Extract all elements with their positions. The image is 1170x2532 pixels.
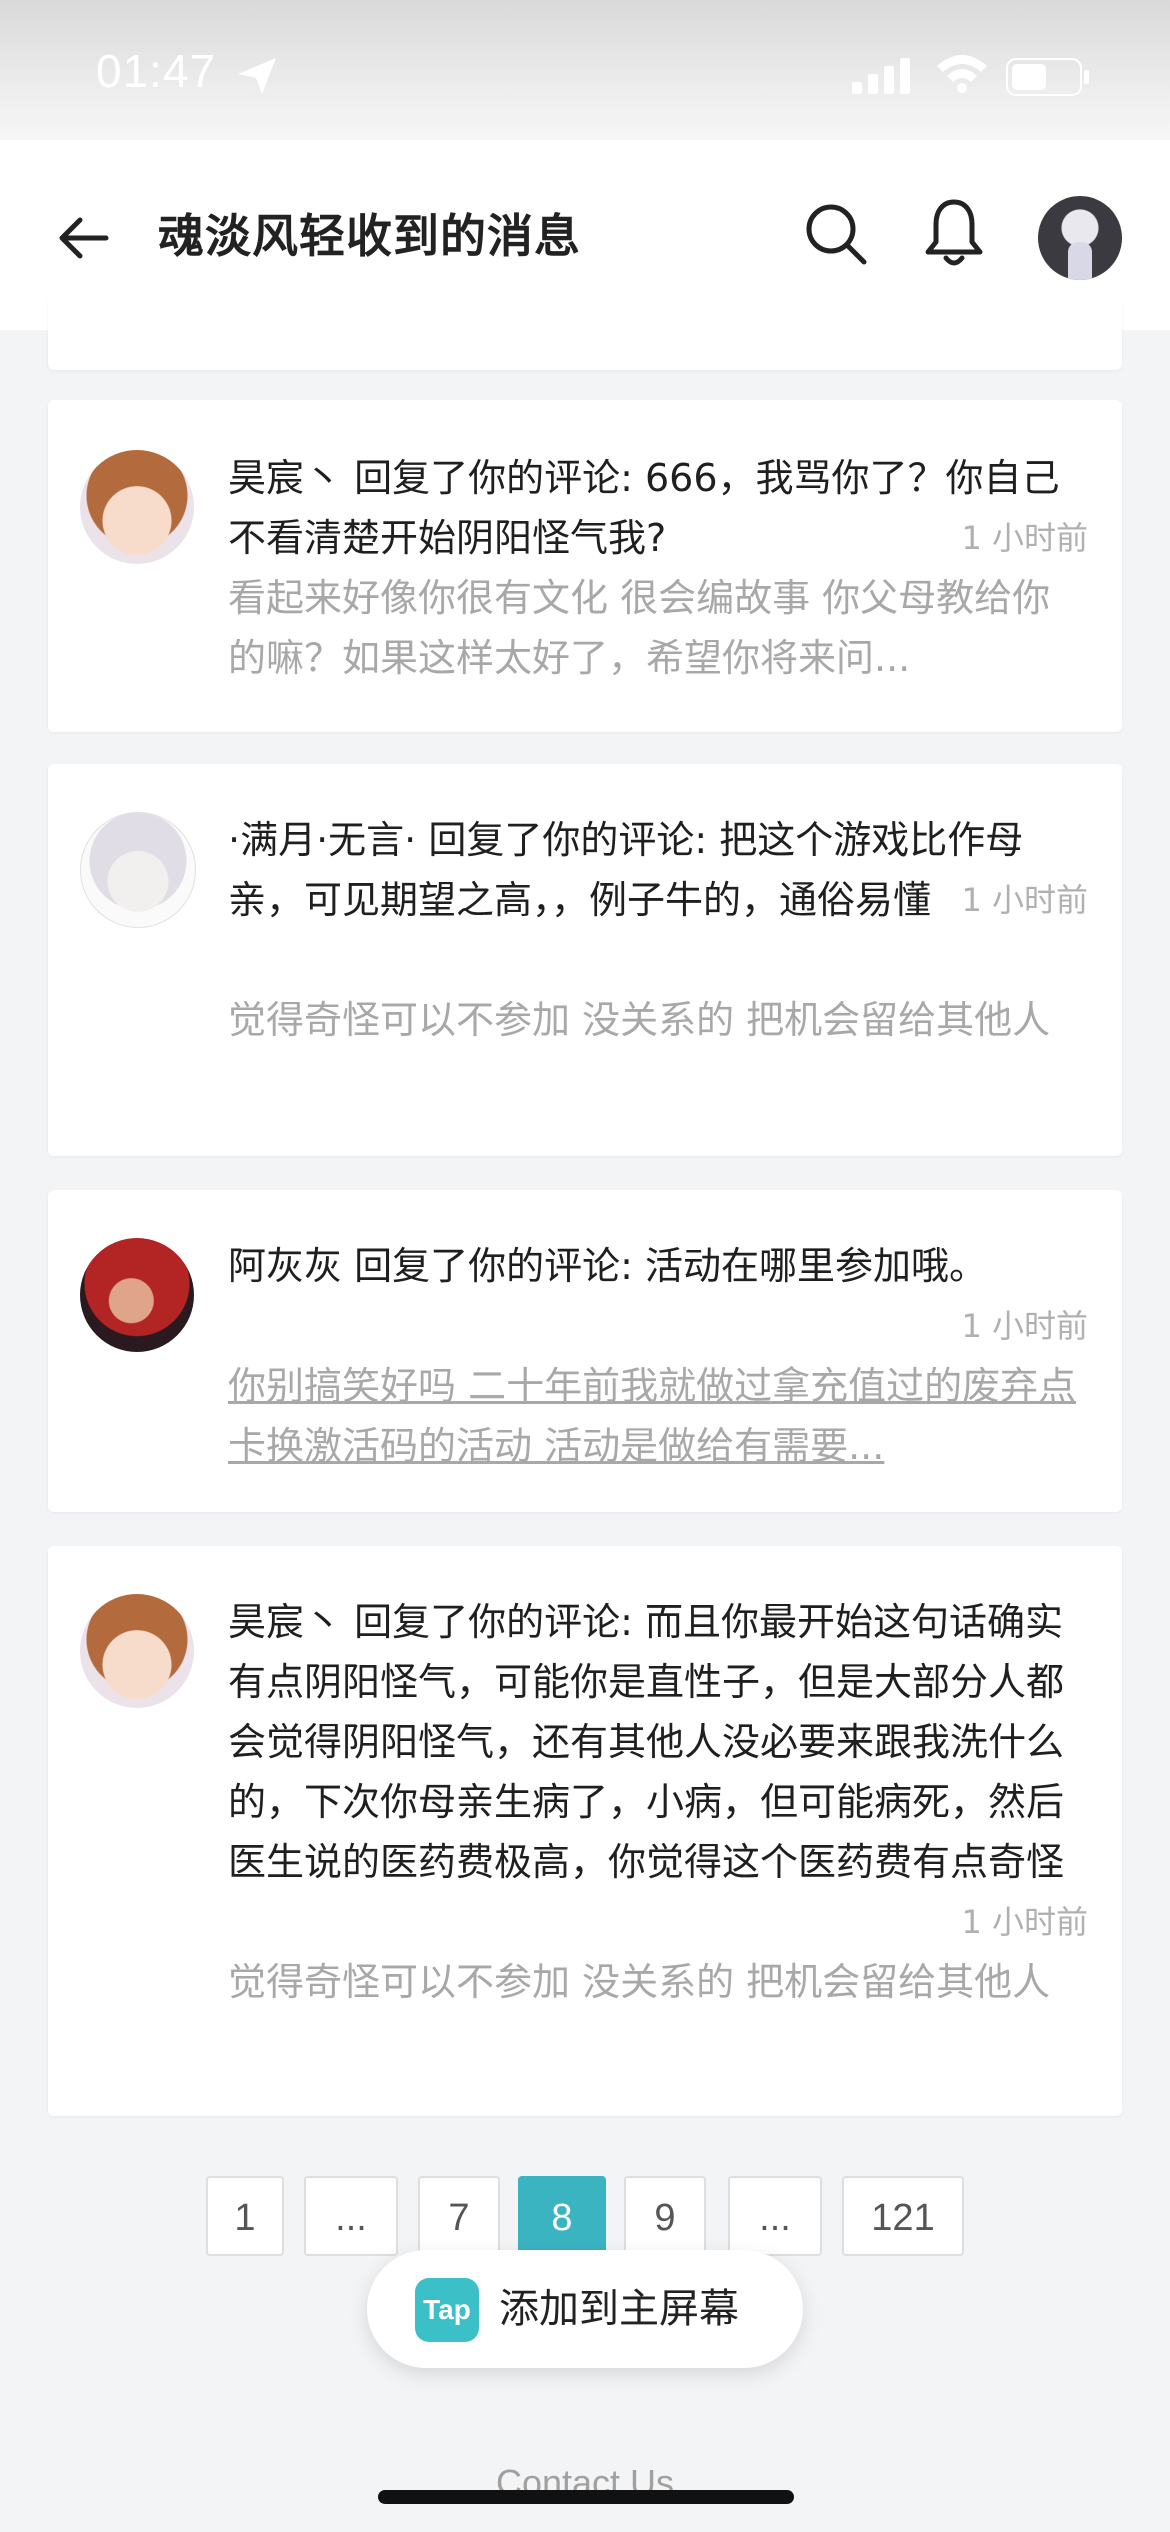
avatar[interactable]: [80, 1238, 194, 1352]
message-time: 1 小时前: [961, 881, 1088, 919]
status-time: 01:47: [96, 45, 217, 97]
back-arrow-icon[interactable]: [54, 208, 114, 268]
message-body: 昊宸丶 回复了你的评论: 666，我骂你了？你自己不看清楚开始阴阳怪气我? 1 小…: [228, 448, 1088, 568]
add-to-home-button[interactable]: Tap 添加到主屏幕: [367, 2250, 803, 2368]
message-time: 1 小时前: [961, 1903, 1088, 1941]
avatar[interactable]: [80, 812, 196, 928]
message-username[interactable]: ·满月·无言·: [228, 818, 416, 862]
message-card[interactable]: 昊宸丶 回复了你的评论: 而且你最开始这句话确实有点阴阳怪气，可能你是直性子，但…: [48, 1546, 1122, 2116]
page-button[interactable]: 1: [206, 2176, 284, 2256]
message-username[interactable]: 昊宸丶: [228, 456, 342, 500]
quoted-comment[interactable]: 觉得奇怪可以不参加 没关系的 把机会留给其他人: [228, 990, 1088, 1110]
message-username[interactable]: 阿灰灰: [228, 1244, 342, 1288]
message-action: 回复了你的评论:: [342, 1244, 645, 1288]
search-icon[interactable]: [804, 202, 868, 266]
page-ellipsis[interactable]: ...: [728, 2176, 822, 2256]
wifi-icon: [937, 55, 987, 93]
page-ellipsis[interactable]: ...: [304, 2176, 398, 2256]
avatar[interactable]: [80, 1594, 194, 1708]
avatar[interactable]: [80, 450, 194, 564]
page-button[interactable]: 121: [842, 2176, 964, 2256]
message-body: 昊宸丶 回复了你的评论: 而且你最开始这句话确实有点阴阳怪气，可能你是直性子，但…: [228, 1592, 1088, 1952]
signal-icon: [852, 58, 910, 94]
home-indicator: [378, 2490, 794, 2504]
message-username[interactable]: 昊宸丶: [228, 1600, 342, 1644]
quoted-comment[interactable]: 觉得奇怪可以不参加 没关系的 把机会留给其他人: [228, 1952, 1088, 2072]
location-arrow-icon: [238, 58, 276, 94]
message-card[interactable]: 昊宸丶 回复了你的评论: 666，我骂你了？你自己不看清楚开始阴阳怪气我? 1 小…: [48, 400, 1122, 732]
message-body: 阿灰灰 回复了你的评论: 活动在哪里参加哦。 1 小时前: [228, 1236, 1088, 1356]
status-bar: 01:47: [0, 0, 1170, 140]
quoted-comment[interactable]: 你别搞笑好吗 二十年前我就做过拿充值过的废弃点卡换激活码的活动 活动是做给有需要…: [228, 1356, 1088, 1476]
message-card-partial: [48, 300, 1122, 370]
quoted-comment[interactable]: 看起来好像你很有文化 很会编故事 你父母教给你的嘛？如果这样太好了，希望你将来问…: [228, 568, 1088, 688]
message-action: 回复了你的评论:: [342, 1600, 645, 1644]
message-card[interactable]: ·满月·无言· 回复了你的评论: 把这个游戏比作母亲，可见期望之高，，例子牛的，…: [48, 764, 1122, 1156]
message-time: 1 小时前: [961, 519, 1088, 557]
message-time: 1 小时前: [961, 1307, 1088, 1345]
message-action: 回复了你的评论:: [416, 818, 720, 862]
message-text: 活动在哪里参加哦。: [644, 1244, 987, 1288]
page-button[interactable]: 9: [624, 2176, 706, 2256]
tap-logo: Tap: [415, 2278, 479, 2342]
message-action: 回复了你的评论:: [342, 456, 645, 500]
page-title: 魂淡风轻收到的消息: [158, 209, 581, 263]
message-body: ·满月·无言· 回复了你的评论: 把这个游戏比作母亲，可见期望之高，，例子牛的，…: [228, 810, 1088, 930]
page-button[interactable]: 7: [418, 2176, 500, 2256]
user-avatar[interactable]: [1038, 196, 1122, 280]
add-to-home-label: 添加到主屏幕: [499, 2286, 739, 2332]
battery-icon: [1006, 58, 1089, 96]
bell-icon[interactable]: [924, 196, 984, 268]
page-button-current[interactable]: 8: [518, 2176, 606, 2256]
message-card[interactable]: 阿灰灰 回复了你的评论: 活动在哪里参加哦。 1 小时前 你别搞笑好吗 二十年前我…: [48, 1190, 1122, 1512]
pagination: 1 ... 7 8 9 ... 121: [0, 2176, 1170, 2258]
